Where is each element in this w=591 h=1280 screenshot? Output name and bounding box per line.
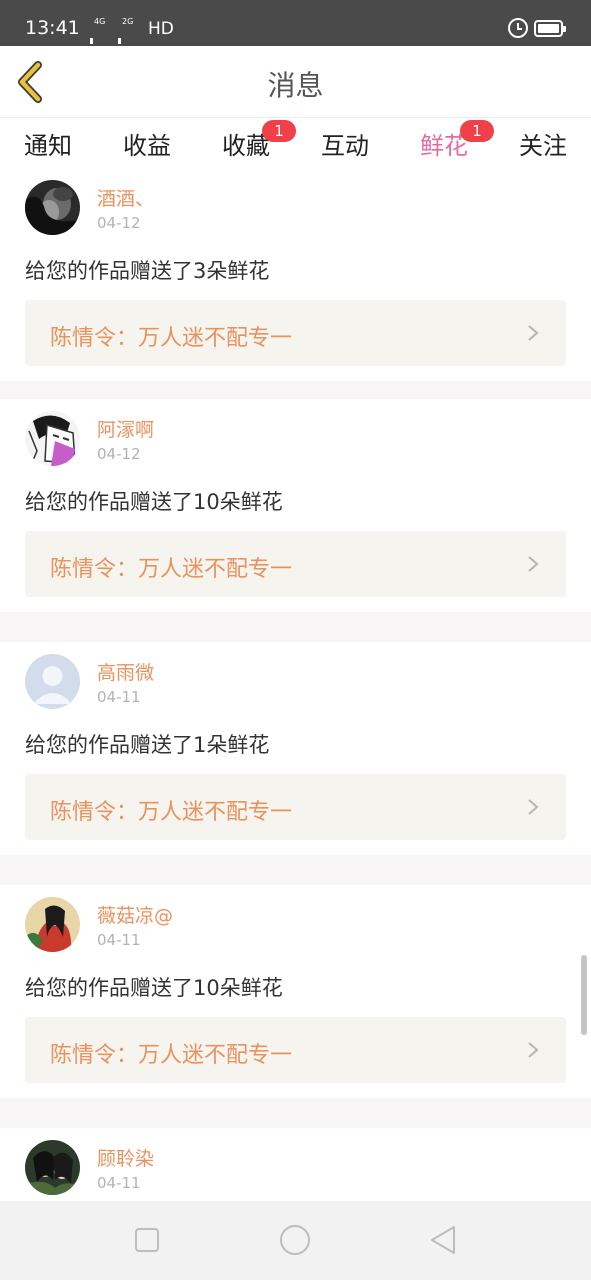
message-date: 04-11 bbox=[97, 931, 141, 949]
tab-label: 互动 bbox=[321, 132, 369, 160]
tab-earnings[interactable]: 收益 bbox=[107, 126, 187, 161]
avatar[interactable] bbox=[25, 411, 80, 466]
message-text: 给您的作品赠送了3朵鲜花 bbox=[25, 259, 270, 283]
work-title: 陈情令：万人迷不配专一 bbox=[50, 557, 293, 582]
message-card: 酒酒、 04-12 给您的作品赠送了3朵鲜花 陈情令：万人迷不配专一 bbox=[0, 168, 591, 381]
favorites-badge: 1 bbox=[262, 120, 296, 142]
page-title: 消息 bbox=[267, 69, 324, 102]
message-card: 顾聆染 04-11 bbox=[0, 1128, 591, 1201]
message-date: 04-12 bbox=[97, 214, 141, 232]
tab-label: 收益 bbox=[123, 132, 171, 160]
avatar[interactable] bbox=[25, 1140, 80, 1195]
work-title: 陈情令：万人迷不配专一 bbox=[50, 326, 293, 351]
work-link[interactable]: 陈情令：万人迷不配专一 bbox=[25, 300, 566, 366]
tab-interactions[interactable]: 互动 bbox=[305, 126, 385, 161]
work-link[interactable]: 陈情令：万人迷不配专一 bbox=[25, 531, 566, 597]
work-title: 陈情令：万人迷不配专一 bbox=[50, 800, 293, 825]
tab-bar: 通知 收益 收藏 1 互动 鲜花 1 关注 bbox=[0, 118, 591, 174]
network-label-2: 2G bbox=[122, 17, 134, 26]
message-date: 04-11 bbox=[97, 1174, 141, 1192]
back-icon[interactable] bbox=[426, 1223, 460, 1257]
system-nav-bar bbox=[0, 1201, 591, 1280]
work-link[interactable]: 陈情令：万人迷不配专一 bbox=[25, 1017, 566, 1083]
tab-label: 通知 bbox=[24, 132, 72, 160]
chevron-right-icon bbox=[528, 556, 539, 572]
tab-favorites[interactable]: 收藏 1 bbox=[206, 120, 296, 161]
work-title: 陈情令：万人迷不配专一 bbox=[50, 1043, 293, 1068]
username[interactable]: 酒酒、 bbox=[97, 184, 154, 211]
message-card: 高雨微 04-11 给您的作品赠送了1朵鲜花 陈情令：万人迷不配专一 bbox=[0, 642, 591, 855]
message-card: 阿溕啊 04-12 给您的作品赠送了10朵鲜花 陈情令：万人迷不配专一 bbox=[0, 399, 591, 612]
network-label-1: 4G bbox=[94, 17, 106, 26]
tab-label: 关注 bbox=[519, 132, 567, 160]
message-list: 酒酒、 04-12 给您的作品赠送了3朵鲜花 陈情令：万人迷不配专一 阿溕啊 0… bbox=[0, 168, 591, 1201]
tab-notifications[interactable]: 通知 bbox=[8, 126, 88, 161]
flowers-badge: 1 bbox=[460, 120, 494, 142]
scrollbar[interactable] bbox=[581, 955, 587, 1035]
work-link[interactable]: 陈情令：万人迷不配专一 bbox=[25, 774, 566, 840]
avatar[interactable] bbox=[25, 654, 80, 709]
recent-apps-icon[interactable] bbox=[130, 1223, 164, 1257]
chevron-right-icon bbox=[528, 1042, 539, 1058]
message-text: 给您的作品赠送了10朵鲜花 bbox=[25, 490, 283, 514]
username[interactable]: 阿溕啊 bbox=[97, 415, 154, 442]
username[interactable]: 高雨微 bbox=[97, 658, 154, 685]
chevron-right-icon bbox=[528, 799, 539, 815]
app-header: 消息 bbox=[0, 46, 591, 118]
message-date: 04-12 bbox=[97, 445, 141, 463]
battery-icon bbox=[534, 20, 566, 37]
chevron-right-icon bbox=[528, 325, 539, 341]
message-date: 04-11 bbox=[97, 688, 141, 706]
avatar[interactable] bbox=[25, 897, 80, 952]
avatar[interactable] bbox=[25, 180, 80, 235]
username[interactable]: 薇菇凉@ bbox=[97, 901, 173, 928]
tab-follows[interactable]: 关注 bbox=[503, 126, 583, 161]
home-icon[interactable] bbox=[278, 1223, 312, 1257]
message-card: 薇菇凉@ 04-11 给您的作品赠送了10朵鲜花 陈情令：万人迷不配专一 bbox=[0, 885, 591, 1098]
username[interactable]: 顾聆染 bbox=[97, 1144, 154, 1171]
message-text: 给您的作品赠送了10朵鲜花 bbox=[25, 976, 283, 1000]
message-text: 给您的作品赠送了1朵鲜花 bbox=[25, 733, 270, 757]
tab-flowers[interactable]: 鲜花 1 bbox=[404, 120, 494, 174]
hd-indicator: HD bbox=[148, 19, 174, 39]
alarm-icon bbox=[508, 18, 528, 38]
status-bar: 13:41 4G 2G HD bbox=[0, 0, 591, 101]
status-time: 13:41 bbox=[25, 17, 80, 39]
